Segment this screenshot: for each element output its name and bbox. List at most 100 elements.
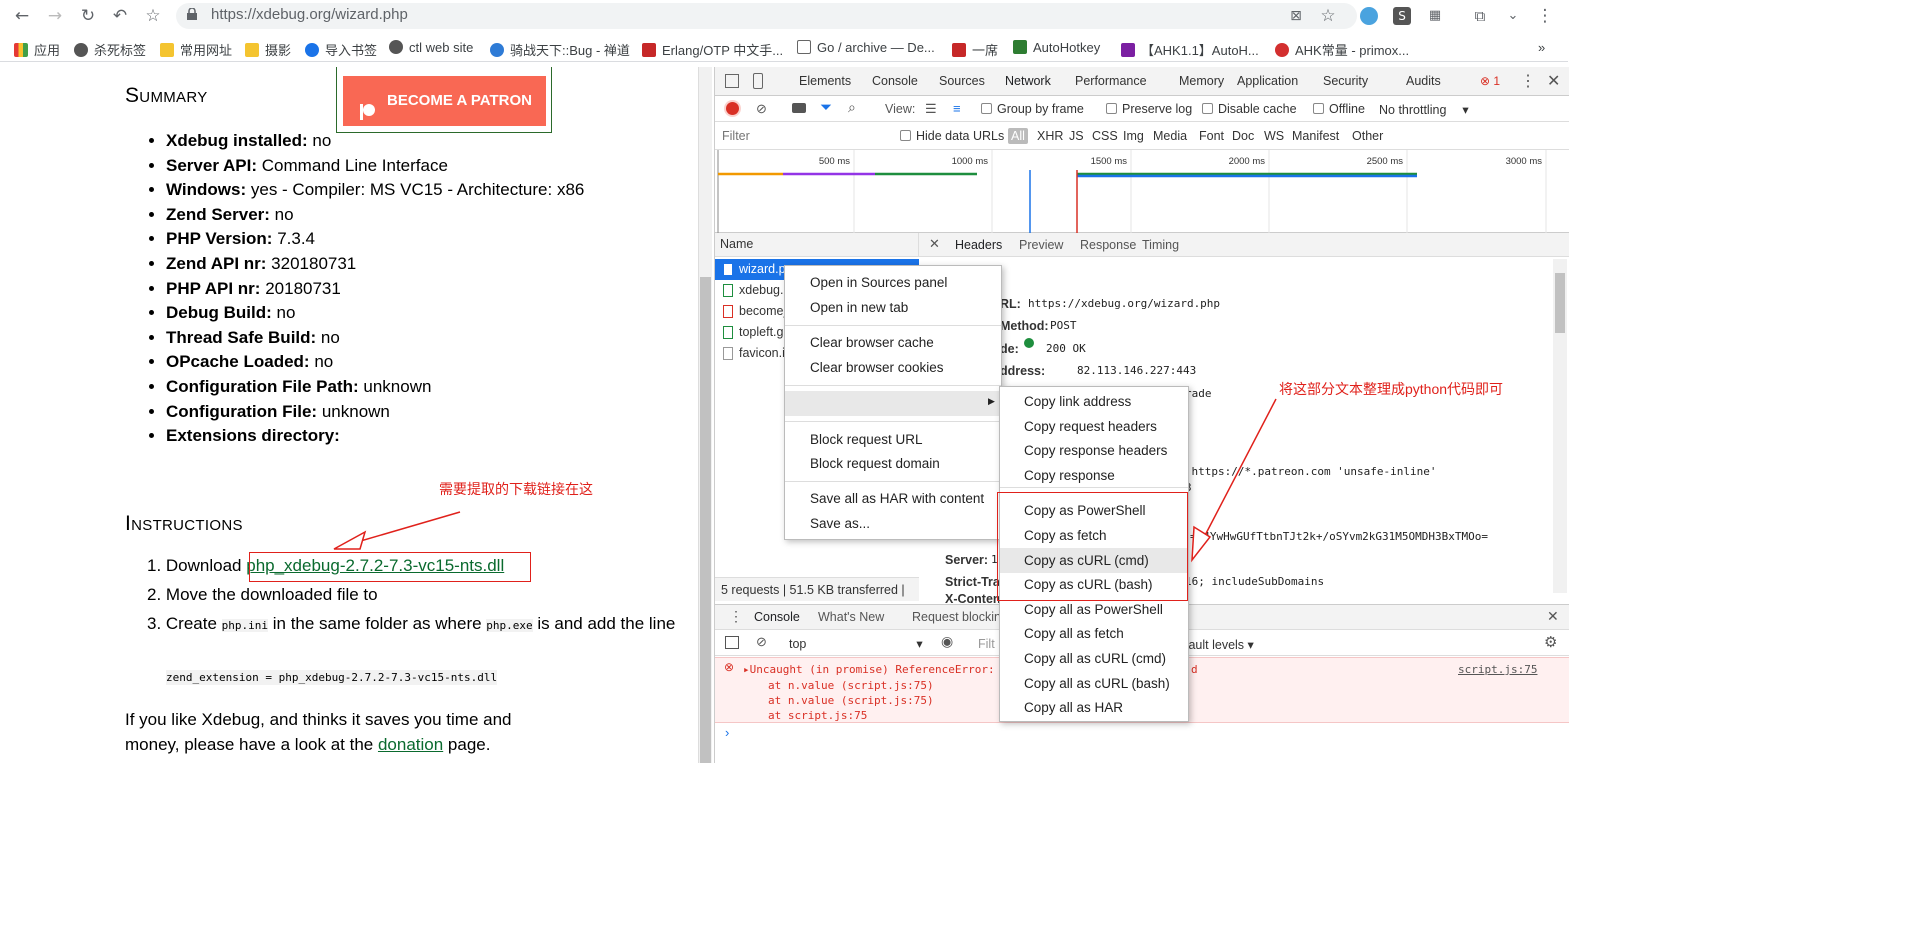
detail-scrollbar[interactable] <box>1553 259 1567 593</box>
stack-line[interactable]: at script.js:75 <box>768 709 867 722</box>
search-icon[interactable]: ⌕ <box>848 99 856 116</box>
bookmark-item[interactable]: AutoHotkey <box>1013 40 1100 55</box>
copy-submenu-item[interactable]: Copy all as PowerShell <box>1024 602 1163 617</box>
copy-submenu-item[interactable]: Copy all as HAR <box>1024 700 1123 715</box>
extension-icon[interactable] <box>1360 7 1378 25</box>
console-filter-input[interactable]: Filt <box>978 637 995 651</box>
bookmark-item[interactable]: ctl web site <box>389 40 473 55</box>
error-count-badge[interactable]: ⊗ 1 <box>1480 74 1500 88</box>
undo-icon[interactable]: ↶ <box>110 6 130 26</box>
crop-icon[interactable]: ⧉ <box>1470 6 1490 26</box>
levels-select[interactable]: fault levels ▾ <box>1185 637 1254 652</box>
hide-data-urls-checkbox[interactable]: Hide data URLs <box>900 129 1004 143</box>
copy-submenu-item[interactable]: Copy response <box>1024 468 1115 483</box>
context-menu-item[interactable]: Clear browser cache <box>810 335 934 350</box>
bookmark-item[interactable]: 导入书签 <box>305 40 377 59</box>
bookmark-star-icon[interactable]: ☆ <box>143 6 163 26</box>
close-devtools-icon[interactable]: ✕ <box>1547 71 1560 91</box>
type-filter-css[interactable]: CSS <box>1092 129 1118 143</box>
waterfall-icon[interactable]: ≡ <box>953 101 961 116</box>
bookmark-item[interactable]: 摄影 <box>245 40 291 59</box>
copy-submenu-item[interactable]: Copy response headers <box>1024 443 1167 458</box>
name-column-header[interactable]: Name <box>715 233 919 257</box>
clear-icon[interactable]: ⊘ <box>756 101 767 117</box>
copy-submenu-item[interactable]: Copy all as fetch <box>1024 626 1124 641</box>
context-menu-item[interactable]: Clear browser cookies <box>810 360 944 375</box>
extension-grid-icon[interactable]: ▦ <box>1425 6 1445 26</box>
bookmark-item[interactable]: Erlang/OTP 中文手... <box>642 40 783 59</box>
more-bookmarks-icon[interactable]: » <box>1538 40 1545 55</box>
console-error-text[interactable]: ▸Uncaught (in promise) ReferenceError: <box>743 663 995 676</box>
become-patron-button[interactable]: BECOME A PATRON <box>343 76 546 126</box>
offline-checkbox[interactable]: Offline <box>1313 102 1365 116</box>
filter-input[interactable] <box>718 127 886 145</box>
disable-cache-checkbox[interactable]: Disable cache <box>1202 102 1297 116</box>
translate-icon[interactable]: ⊠ <box>1286 6 1306 26</box>
devtools-tab-performance[interactable]: Performance <box>1075 74 1147 88</box>
bookmark-item[interactable]: 一席 <box>952 40 998 59</box>
bookmark-item[interactable]: 常用网址 <box>160 40 232 59</box>
bookmark-item[interactable]: 应用 <box>14 40 60 59</box>
reload-icon[interactable]: ↻ <box>78 6 98 26</box>
detail-tab-headers[interactable]: Headers <box>955 238 1002 252</box>
devtools-menu-icon[interactable]: ⋮ <box>1520 71 1536 91</box>
menu-icon[interactable]: ⋮ <box>1535 6 1555 26</box>
record-icon[interactable] <box>726 102 739 115</box>
extension-s-icon[interactable]: S <box>1393 7 1411 25</box>
detail-tab-preview[interactable]: Preview <box>1019 238 1063 252</box>
detail-tab-response[interactable]: Response <box>1080 238 1136 252</box>
close-detail-icon[interactable]: ✕ <box>929 236 940 252</box>
group-by-frame-checkbox[interactable]: Group by frame <box>981 102 1084 116</box>
device-toggle-icon[interactable] <box>753 73 763 89</box>
star-icon[interactable]: ☆ <box>1318 6 1338 26</box>
close-drawer-icon[interactable]: ✕ <box>1547 608 1559 625</box>
devtools-tab-application[interactable]: Application <box>1237 74 1298 88</box>
throttling-select[interactable]: No throttling ▾ <box>1379 102 1469 117</box>
context-menu-item[interactable]: Block request domain <box>810 456 940 471</box>
bookmark-item[interactable]: 【AHK1.1】AutoH... <box>1121 40 1259 59</box>
detail-tab-timing[interactable]: Timing <box>1142 238 1179 252</box>
devtools-tab-memory[interactable]: Memory <box>1179 74 1224 88</box>
forward-icon[interactable]: → <box>45 6 65 26</box>
chevron-down-icon[interactable]: ⌄ <box>1503 6 1523 26</box>
type-filter-all[interactable]: All <box>1008 128 1028 144</box>
page-scrollbar[interactable] <box>698 67 712 763</box>
devtools-tab-console[interactable]: Console <box>872 74 918 88</box>
bookmark-item[interactable]: 骑战天下::Bug - 禅道 <box>490 40 630 59</box>
context-menu-item[interactable]: Save as... <box>810 516 870 531</box>
context-menu-item[interactable]: Save all as HAR with content <box>810 491 984 506</box>
drawer-menu-icon[interactable]: ⋮ <box>729 608 743 625</box>
drawer-tab[interactable]: Console <box>754 610 800 624</box>
back-icon[interactable]: ← <box>12 6 32 26</box>
screenshot-icon[interactable] <box>792 103 806 113</box>
console-settings-icon[interactable]: ⚙ <box>1544 633 1557 651</box>
context-select[interactable]: top ▾ <box>789 636 923 651</box>
copy-submenu-item[interactable]: Copy request headers <box>1024 419 1157 434</box>
sidebar-toggle-icon[interactable] <box>725 636 739 649</box>
bookmark-item[interactable]: 杀死标签 <box>74 40 146 59</box>
drawer-tab[interactable]: Request blocking <box>912 610 1008 624</box>
clear-console-icon[interactable]: ⊘ <box>756 634 767 650</box>
type-filter-ws[interactable]: WS <box>1264 129 1284 143</box>
copy-submenu-item[interactable]: Copy all as cURL (bash) <box>1024 676 1170 691</box>
large-rows-icon[interactable]: ☰ <box>925 101 937 117</box>
type-filter-font[interactable]: Font <box>1199 129 1224 143</box>
eye-icon[interactable]: ◉ <box>941 633 953 650</box>
console-prompt-icon[interactable]: › <box>725 725 729 740</box>
context-menu-item[interactable]: Open in new tab <box>810 300 908 315</box>
script-link[interactable]: script.js:75 <box>1458 663 1537 676</box>
donation-link[interactable]: donation <box>378 735 443 754</box>
devtools-tab-audits[interactable]: Audits <box>1406 74 1441 88</box>
devtools-tab-security[interactable]: Security <box>1323 74 1368 88</box>
context-menu-item[interactable]: Open in Sources panel <box>810 275 947 290</box>
devtools-tab-network[interactable]: Network <box>1005 74 1051 88</box>
copy-submenu-item[interactable]: Copy all as cURL (cmd) <box>1024 651 1166 666</box>
stack-line[interactable]: at n.value (script.js:75) <box>768 694 934 707</box>
type-filter-xhr[interactable]: XHR <box>1037 129 1063 143</box>
copy-submenu-item[interactable]: Copy link address <box>1024 394 1131 409</box>
bookmark-item[interactable]: Go / archive — De... <box>797 40 935 55</box>
inspect-icon[interactable] <box>725 74 739 88</box>
type-filter-img[interactable]: Img <box>1123 129 1144 143</box>
devtools-tab-sources[interactable]: Sources <box>939 74 985 88</box>
type-filter-js[interactable]: JS <box>1069 129 1084 143</box>
